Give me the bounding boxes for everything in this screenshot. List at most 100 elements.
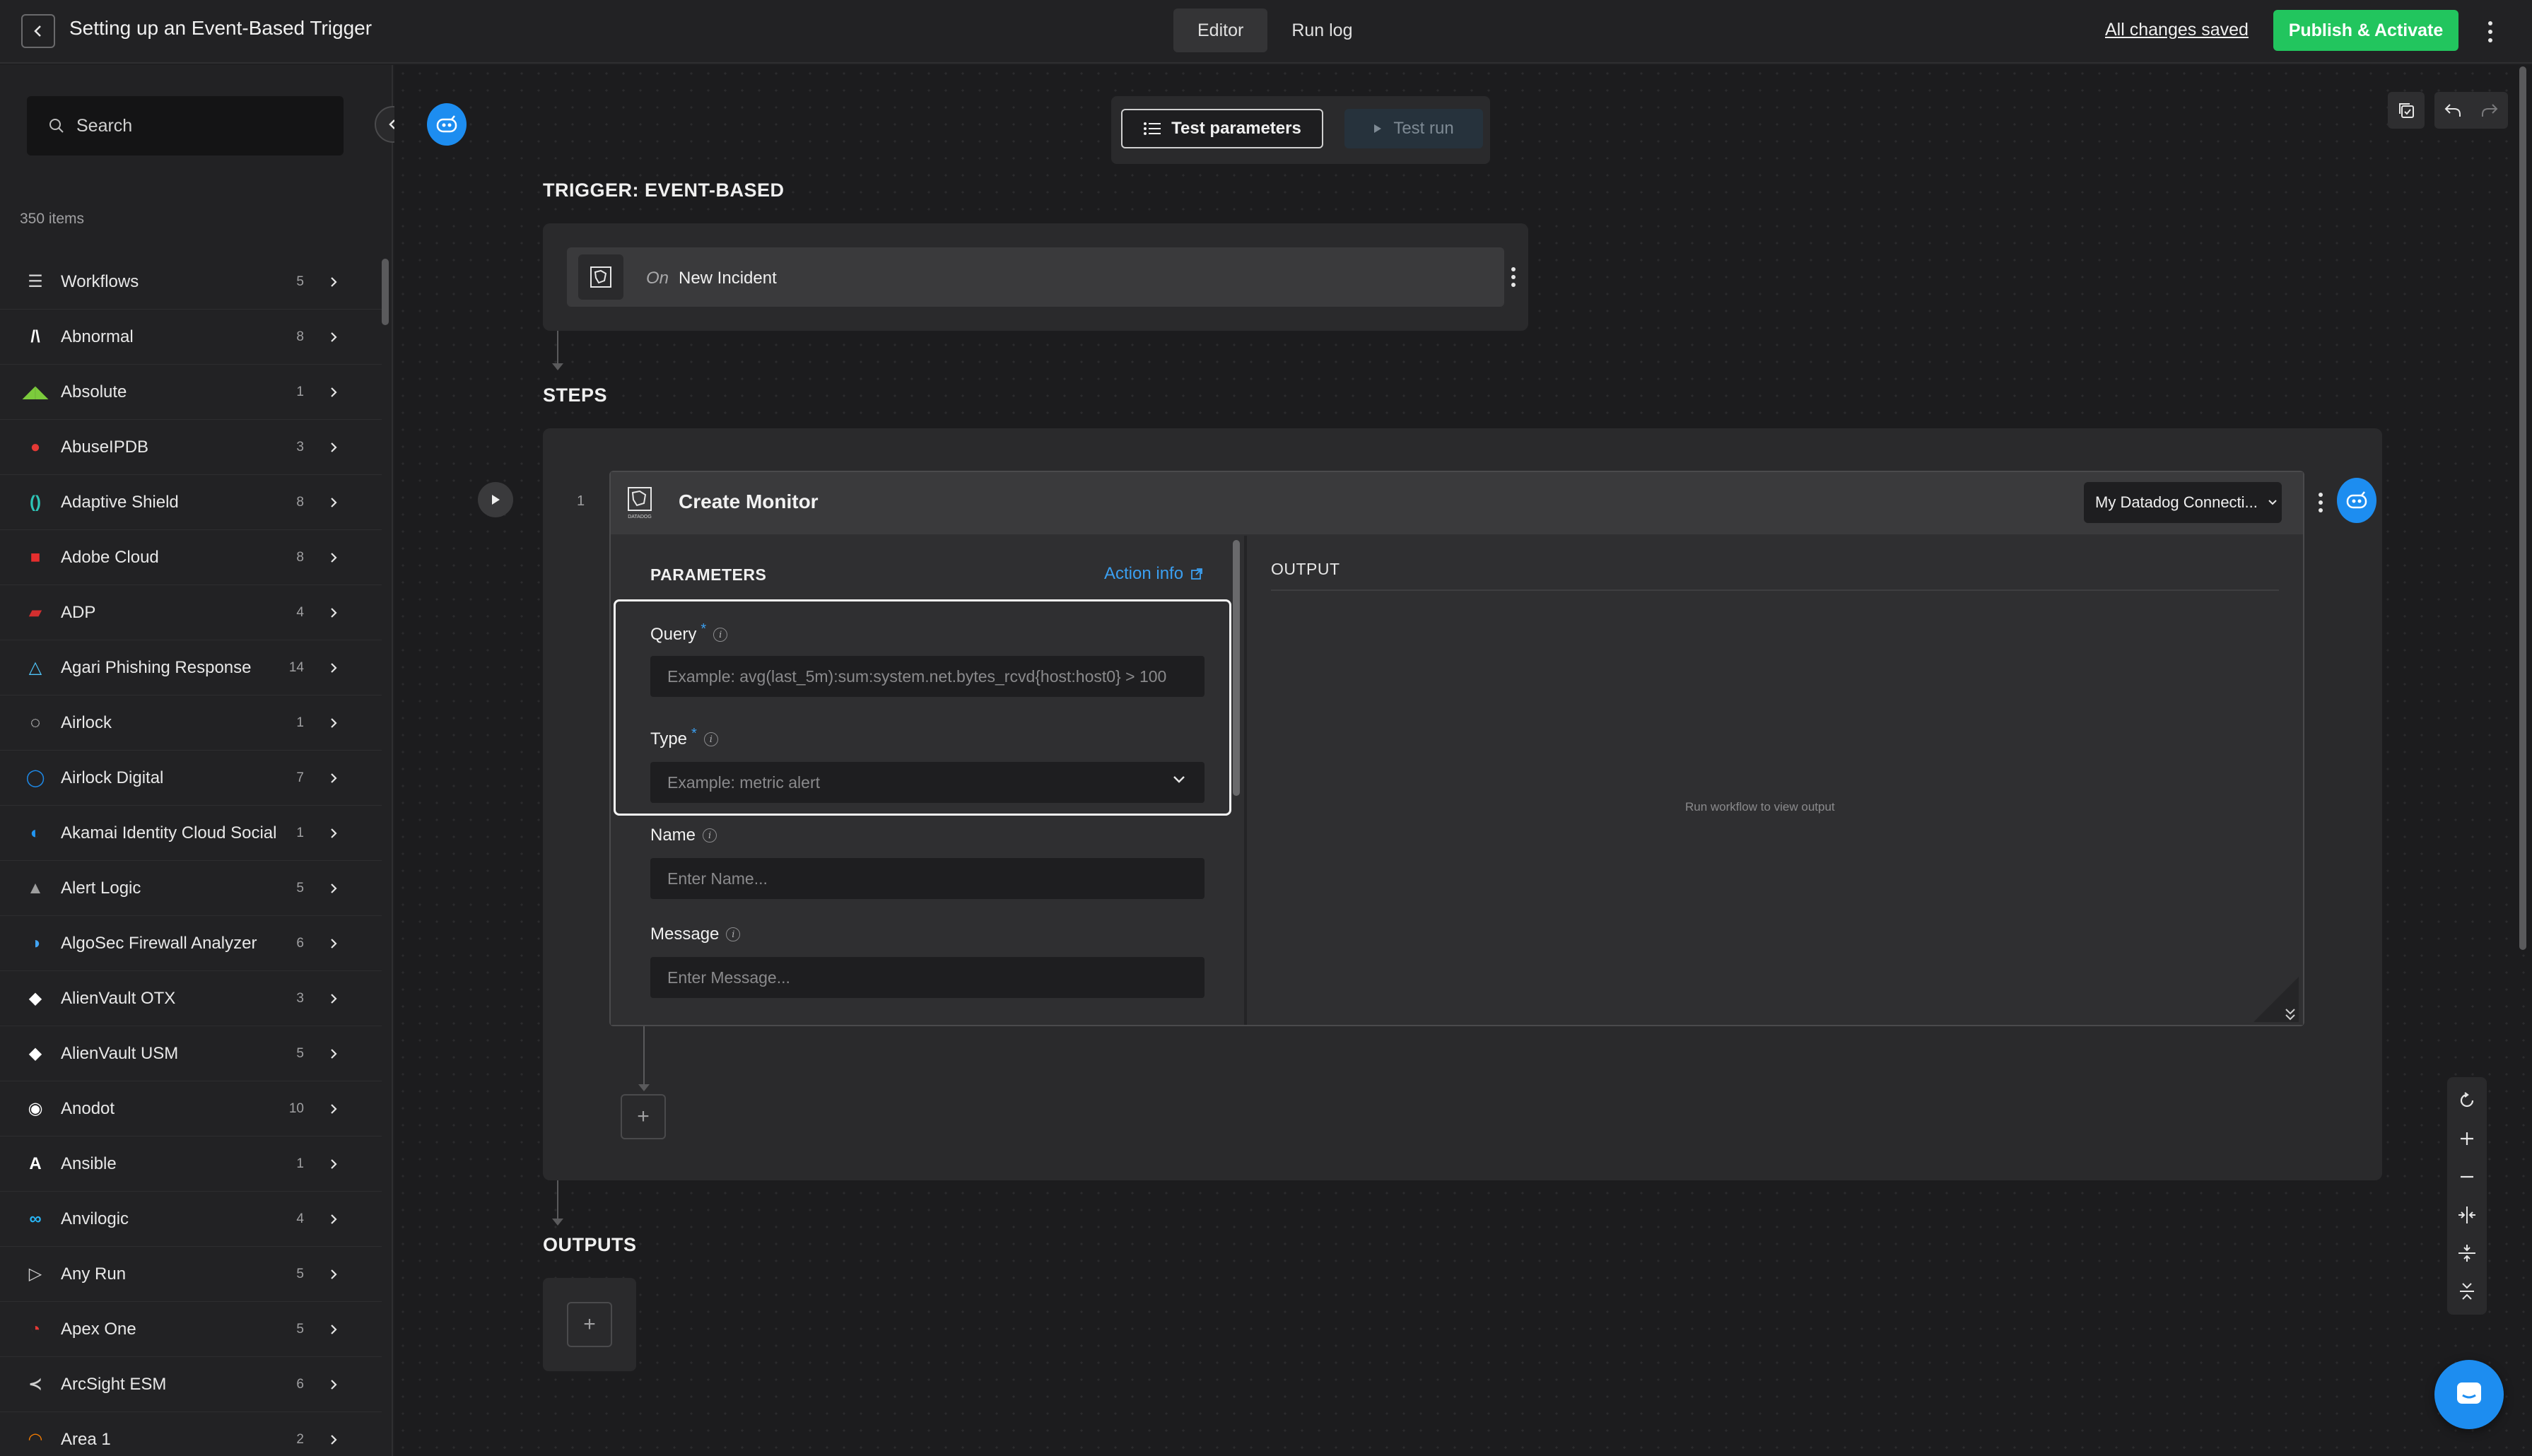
collapse-all-button[interactable]: [2453, 1277, 2481, 1305]
sidebar-item[interactable]: ∞ Anvilogic 4: [0, 1192, 382, 1247]
trigger-section-title: TRIGGER: EVENT-BASED: [543, 180, 785, 201]
airlock-logo-icon: ◌: [30, 712, 41, 732]
canvas-scrollbar[interactable]: [2519, 66, 2526, 950]
step-more-icon[interactable]: [2310, 485, 2331, 520]
chevron-right-icon[interactable]: [325, 1045, 342, 1062]
sidebar-item[interactable]: ◉ Anodot 10: [0, 1081, 382, 1137]
alien-head-icon: ◆: [28, 1044, 42, 1063]
add-output-button[interactable]: +: [567, 1302, 612, 1347]
search-input[interactable]: [76, 115, 331, 136]
sidebar-item[interactable]: ≺ ArcSight ESM 6: [0, 1357, 382, 1412]
chevron-right-icon[interactable]: [325, 990, 342, 1007]
connector-line: [557, 1180, 558, 1221]
sidebar-item[interactable]: ◔ Apex One 5: [0, 1302, 382, 1357]
chevron-right-icon[interactable]: [325, 659, 342, 676]
connection-select[interactable]: My Datadog Connecti...: [2084, 482, 2282, 523]
akamai-logo-icon: ◐: [30, 823, 41, 843]
chevron-right-icon[interactable]: [325, 880, 342, 897]
sidebar-item[interactable]: ◆ AlienVault OTX 3: [0, 971, 382, 1026]
chat-support-button[interactable]: [2434, 1360, 2504, 1429]
sidebar-item[interactable]: ● AbuseIPDB 3: [0, 420, 382, 475]
sidebar-item[interactable]: A Ansible 1: [0, 1137, 382, 1192]
more-options-icon[interactable]: [2480, 14, 2501, 49]
sidebar-item-count: 5: [296, 1321, 304, 1337]
chevron-right-icon[interactable]: [325, 935, 342, 952]
tab-editor[interactable]: Editor: [1173, 8, 1268, 52]
reset-view-button[interactable]: [2453, 1086, 2481, 1115]
info-icon[interactable]: i: [726, 927, 741, 941]
sidebar-item-label: Ansible: [61, 1153, 117, 1173]
chevron-right-icon[interactable]: [325, 1431, 342, 1448]
sidebar-item-label: Airlock Digital: [61, 768, 164, 787]
chevron-right-icon: [331, 607, 337, 618]
action-info-link[interactable]: Action info: [1104, 564, 1203, 584]
sidebar-item[interactable]: △ Agari Phishing Response 14: [0, 640, 382, 695]
fit-width-button[interactable]: [2453, 1201, 2481, 1229]
message-input[interactable]: [650, 957, 1205, 998]
tab-run-log[interactable]: Run log: [1267, 8, 1376, 52]
anvilogic-logo-icon: ∞: [29, 1209, 42, 1228]
redo-button[interactable]: [2471, 92, 2508, 129]
fit-height-button[interactable]: [2453, 1239, 2481, 1267]
sidebar-scrollbar[interactable]: [382, 259, 389, 325]
info-icon[interactable]: i: [713, 628, 728, 642]
chevron-right-icon: [331, 883, 337, 893]
chevron-right-icon[interactable]: [325, 604, 342, 621]
chevron-right-icon[interactable]: [325, 715, 342, 732]
sidebar-item[interactable]: ☰ Workflows 5: [0, 254, 382, 310]
chevron-right-icon[interactable]: [325, 439, 342, 456]
abnormal-logo-icon: /\: [30, 327, 40, 346]
chevron-right-icon[interactable]: [325, 329, 342, 346]
info-icon[interactable]: i: [703, 732, 718, 746]
trigger-more-icon[interactable]: [1503, 262, 1524, 293]
sidebar-item[interactable]: ■ Adobe Cloud 8: [0, 530, 382, 585]
test-run-button[interactable]: Test run: [1344, 109, 1483, 148]
resize-handle-icon[interactable]: [2253, 974, 2299, 1022]
add-step-button[interactable]: +: [621, 1094, 666, 1139]
step-header[interactable]: [611, 472, 2303, 534]
chevron-right-icon[interactable]: [325, 1321, 342, 1338]
assistant-bot-button[interactable]: [427, 103, 467, 146]
chevron-right-icon[interactable]: [325, 770, 342, 787]
chevron-right-icon[interactable]: [325, 1266, 342, 1283]
sidebar-item[interactable]: ◢◣ Absolute 1: [0, 365, 382, 420]
sidebar-item[interactable]: ◐ Akamai Identity Cloud Social 1: [0, 806, 382, 861]
publish-activate-button[interactable]: Publish & Activate: [2273, 10, 2458, 51]
chevron-right-icon[interactable]: [325, 1376, 342, 1393]
zoom-out-button[interactable]: [2453, 1163, 2481, 1191]
chevron-right-icon[interactable]: [325, 494, 342, 511]
sidebar-item[interactable]: ◆ AlienVault USM 5: [0, 1026, 382, 1081]
chevron-right-icon[interactable]: [325, 825, 342, 842]
name-input[interactable]: [650, 858, 1205, 899]
chevron-right-icon[interactable]: [325, 384, 342, 401]
undo-button[interactable]: [2434, 92, 2471, 129]
chevron-right-icon[interactable]: [325, 1100, 342, 1117]
chevron-right-icon[interactable]: [325, 1156, 342, 1173]
step-assistant-button[interactable]: [2337, 478, 2376, 523]
chevron-right-icon[interactable]: [325, 549, 342, 566]
back-button[interactable]: [21, 14, 55, 48]
adaptive-shield-logo-icon: (): [30, 492, 41, 512]
query-input[interactable]: [650, 656, 1205, 697]
sidebar-item[interactable]: () Adaptive Shield 8: [0, 475, 382, 530]
sidebar-item[interactable]: ▷ Any Run 5: [0, 1247, 382, 1302]
sidebar-item[interactable]: ◑ AlgoSec Firewall Analyzer 6: [0, 916, 382, 971]
chevron-right-icon[interactable]: [325, 1211, 342, 1228]
zoom-in-button[interactable]: [2453, 1125, 2481, 1153]
parameters-scrollbar[interactable]: [1233, 540, 1240, 796]
run-step-button[interactable]: [478, 482, 513, 517]
sidebar-item[interactable]: /\ Abnormal 8: [0, 310, 382, 365]
sidebar-item[interactable]: ◠ Area 1 2: [0, 1412, 382, 1456]
sidebar-item[interactable]: ◌ Airlock 1: [0, 695, 382, 751]
copy-button[interactable]: [2388, 92, 2425, 129]
type-select[interactable]: Example: metric alert: [650, 762, 1205, 803]
sidebar-item[interactable]: ▰ ADP 4: [0, 585, 382, 640]
datadog-logo-caption: DATADOG: [628, 515, 652, 519]
sidebar-item[interactable]: ▲ Alert Logic 5: [0, 861, 382, 916]
saved-status-link[interactable]: All changes saved: [2105, 20, 2249, 40]
sidebar-item[interactable]: ◯ Airlock Digital 7: [0, 751, 382, 806]
search-box[interactable]: [27, 96, 344, 155]
chevron-right-icon[interactable]: [325, 274, 342, 290]
info-icon[interactable]: i: [703, 828, 717, 843]
test-parameters-button[interactable]: Test parameters: [1121, 109, 1323, 148]
